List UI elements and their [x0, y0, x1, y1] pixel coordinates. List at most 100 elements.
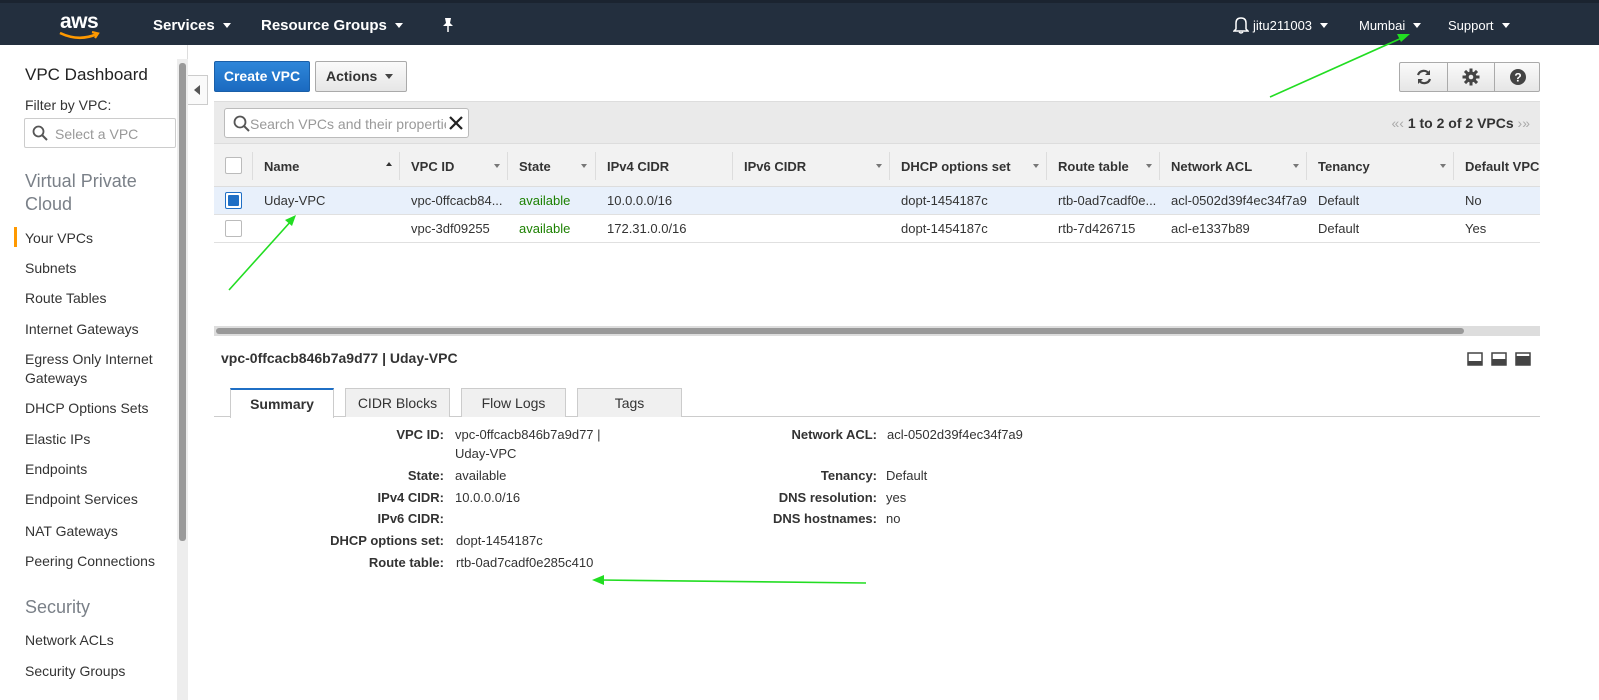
column-header-dhcp[interactable]: DHCP options set — [901, 159, 1011, 174]
sidebar-item-network-acls[interactable]: Network ACLs — [25, 631, 165, 650]
label-vpc-id: VPC ID: — [396, 427, 444, 442]
column-divider — [732, 152, 733, 180]
chevron-down-icon — [1501, 23, 1510, 29]
support-label: Support — [1448, 18, 1494, 33]
search-placeholder: Search VPCs and their properties — [250, 116, 446, 132]
column-divider — [252, 152, 253, 180]
pin-icon[interactable] — [441, 17, 455, 37]
refresh-button[interactable] — [1400, 63, 1447, 91]
sort-icon[interactable] — [1440, 164, 1446, 168]
resource-groups-menu[interactable]: Resource Groups — [261, 17, 403, 34]
column-header-default-vpc[interactable]: Default VPC — [1465, 159, 1539, 174]
section-security: Security — [25, 597, 91, 617]
column-header-vpc-id[interactable]: VPC ID — [411, 159, 454, 174]
chevron-down-icon — [1413, 23, 1422, 29]
bell-icon[interactable] — [1232, 16, 1250, 37]
sort-icon[interactable] — [581, 164, 587, 168]
sort-icon[interactable] — [1146, 164, 1152, 168]
column-divider — [889, 152, 890, 180]
cell-default-vpc: Yes — [1465, 221, 1487, 236]
cell-ipv4: 172.31.0.0/16 — [607, 221, 687, 236]
column-header-state[interactable]: State — [519, 159, 551, 174]
collapse-sidebar-button[interactable] — [188, 75, 208, 105]
value-dns-resolution: yes — [886, 490, 907, 505]
sidebar-item-subnets[interactable]: Subnets — [25, 259, 165, 278]
aws-logo[interactable]: aws — [56, 10, 106, 42]
sort-icon[interactable] — [876, 164, 882, 168]
label-tenancy: Tenancy: — [820, 468, 877, 483]
support-menu[interactable]: Support — [1448, 18, 1510, 33]
tab-cidr-blocks[interactable]: CIDR Blocks — [345, 388, 450, 417]
column-header-network-acl[interactable]: Network ACL — [1171, 159, 1252, 174]
link-dhcp-options[interactable]: dopt-1454187c — [456, 531, 543, 550]
row-checkbox[interactable] — [225, 220, 242, 237]
value-vpc-id: vpc-0ffcacb846b7a9d77 | Uday-VPC — [455, 425, 601, 463]
vpc-filter-select[interactable]: Select a VPC — [24, 118, 176, 148]
tab-flow-logs[interactable]: Flow Logs — [461, 388, 566, 417]
pane-layout-controls — [1467, 352, 1537, 369]
sort-icon[interactable] — [1293, 164, 1299, 168]
pane-layout-top-icon — [1515, 352, 1531, 366]
sort-icon[interactable] — [1033, 164, 1039, 168]
sidebar-item-endpoint-services[interactable]: Endpoint Services — [25, 490, 165, 509]
value-dns-hostnames: no — [886, 511, 901, 526]
scrollbar-thumb[interactable] — [216, 328, 1464, 334]
next-page-icon[interactable]: › — [1514, 115, 1523, 131]
create-vpc-button[interactable]: Create VPC — [214, 61, 310, 92]
filter-by-vpc-label: Filter by VPC: — [25, 97, 112, 113]
pagination-label: 1 to 2 of 2 VPCs — [1407, 115, 1514, 131]
chevron-down-icon — [394, 22, 403, 28]
region-menu[interactable]: Mumbai — [1359, 18, 1422, 33]
table-horizontal-scrollbar[interactable] — [214, 326, 1540, 336]
table-row[interactable]: vpc-3df09255 available 172.31.0.0/16 dop… — [214, 215, 1540, 243]
sidebar-item-internet-gateways[interactable]: Internet Gateways — [25, 320, 165, 339]
row-checkbox[interactable] — [225, 192, 242, 209]
sidebar-title[interactable]: VPC Dashboard — [25, 65, 148, 85]
table-header: Name VPC ID State IPv4 CIDR IPv6 CIDR DH… — [214, 143, 1540, 187]
label-network-acl: Network ACL: — [791, 427, 877, 442]
sidebar-item-egress-only-gateways[interactable]: Egress Only Internet Gateways — [25, 350, 165, 388]
sidebar-item-dhcp-options[interactable]: DHCP Options Sets — [25, 399, 165, 418]
tab-tags[interactable]: Tags — [577, 388, 682, 417]
column-header-tenancy[interactable]: Tenancy — [1318, 159, 1370, 174]
column-header-route-table[interactable]: Route table — [1058, 159, 1129, 174]
vpc-search-input[interactable]: Search VPCs and their properties — [224, 108, 469, 138]
sidebar-item-security-groups[interactable]: Security Groups — [25, 662, 165, 681]
column-header-name[interactable]: Name — [264, 159, 299, 174]
sidebar-item-endpoints[interactable]: Endpoints — [25, 460, 165, 479]
actions-button[interactable]: Actions — [315, 61, 407, 92]
last-page-icon[interactable]: » — [1522, 115, 1530, 131]
sort-icon[interactable] — [494, 164, 500, 168]
sidebar-item-nat-gateways[interactable]: NAT Gateways — [25, 522, 165, 541]
help-button[interactable]: ? — [1494, 63, 1541, 91]
sidebar-item-route-tables[interactable]: Route Tables — [25, 289, 165, 308]
sidebar-item-elastic-ips[interactable]: Elastic IPs — [25, 430, 165, 449]
region-label: Mumbai — [1359, 18, 1406, 33]
select-all-checkbox[interactable] — [225, 157, 242, 174]
user-menu[interactable]: jitu211003 — [1253, 18, 1329, 33]
sidebar-item-peering-connections[interactable]: Peering Connections — [25, 552, 165, 571]
sidebar-scrollbar-thumb[interactable] — [179, 63, 186, 541]
column-header-ipv6[interactable]: IPv6 CIDR — [744, 159, 806, 174]
link-route-table[interactable]: rtb-0ad7cadf0e285c410 — [456, 553, 593, 572]
cell-network-acl: acl-e1337b89 — [1171, 221, 1250, 236]
sort-ascending-icon[interactable] — [386, 162, 392, 166]
column-header-ipv4[interactable]: IPv4 CIDR — [607, 159, 669, 174]
prev-page-icon[interactable]: ‹ — [1399, 115, 1408, 131]
pagination: «‹ 1 to 2 of 2 VPCs ›» — [1391, 115, 1530, 131]
sidebar-item-your-vpcs[interactable]: Your VPCs — [25, 229, 165, 248]
services-label: Services — [153, 17, 215, 34]
tab-summary[interactable]: Summary — [230, 388, 334, 418]
link-network-acl[interactable]: acl-0502d39f4ec34f7a9 — [887, 425, 1023, 444]
table-row[interactable]: Uday-VPC vpc-0ffcacb84... available 10.0… — [214, 187, 1540, 215]
cell-tenancy: Default — [1318, 193, 1360, 208]
resource-groups-label: Resource Groups — [261, 17, 387, 34]
cell-route-table: rtb-0ad7cadf0e... — [1058, 193, 1157, 208]
clear-search-icon[interactable] — [447, 114, 465, 132]
label-ipv6-cidr: IPv6 CIDR: — [377, 511, 444, 526]
services-menu[interactable]: Services — [153, 17, 231, 34]
column-divider — [1046, 152, 1047, 180]
pane-layout-split-icon — [1491, 352, 1507, 366]
settings-button[interactable] — [1447, 63, 1494, 91]
gear-icon — [1462, 68, 1480, 86]
